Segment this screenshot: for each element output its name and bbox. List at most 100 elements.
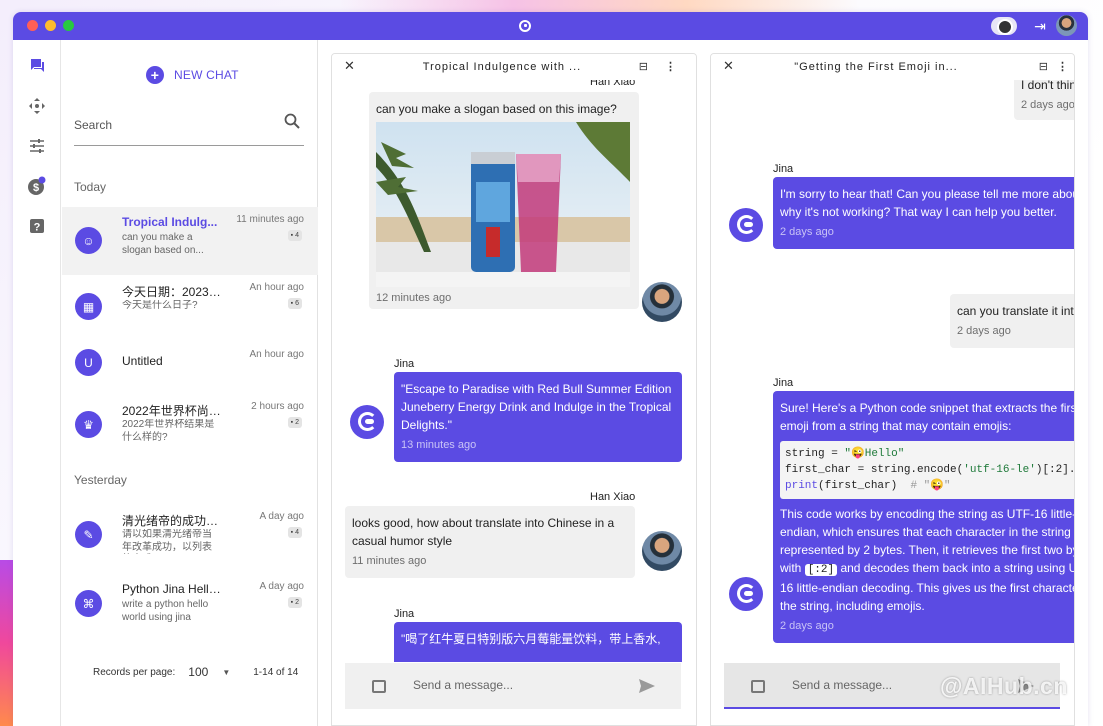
svg-text:?: ? — [34, 222, 41, 234]
message-count-badge: ▪ 4 — [287, 230, 302, 241]
conversation-preview: 请以如果清光绪帝当年改革成功，以列表的方式... — [122, 529, 212, 553]
maximize-window-button[interactable] — [63, 20, 74, 31]
theme-toggle[interactable] — [991, 17, 1017, 35]
watermark: @AIHub.cn — [940, 673, 1068, 699]
bot-message: Sure! Here's a Python code snippet that … — [773, 391, 1074, 643]
note-avatar: ✎ — [75, 521, 102, 548]
conversation-time: A day ago — [259, 581, 304, 592]
minimize-window-button[interactable] — [45, 20, 56, 31]
conversation-time: An hour ago — [249, 349, 305, 360]
add-image-icon[interactable] — [751, 680, 765, 693]
user-avatar — [642, 282, 682, 322]
message-sender: Han Xiao — [590, 491, 636, 503]
chat-icon[interactable] — [27, 56, 47, 76]
conversation-preview: 2022年世界杯结果是什么样的? — [122, 419, 215, 443]
comment-icon: ▪ — [290, 599, 294, 606]
drink-image[interactable] — [376, 122, 630, 287]
letter-avatar: U — [75, 349, 102, 376]
message-count-badge: ▪ 4 — [287, 527, 302, 538]
conversation-list: + NEW CHAT Today ☺ Tropical Indulg... ca… — [62, 40, 318, 726]
conversation-preview: write a python hello world using jina — [122, 599, 209, 623]
message-text: Sure! Here's a Python code snippet that … — [780, 401, 1074, 433]
user-message: looks good, how about translate into Chi… — [345, 506, 635, 578]
close-icon[interactable]: ✕ — [344, 58, 355, 74]
settings-sliders-icon[interactable] — [27, 136, 47, 156]
message-sender: Jina — [773, 163, 794, 175]
conversation-time: An hour ago — [249, 282, 305, 293]
message-time: 12 minutes ago — [376, 292, 452, 304]
message-sender: Jina — [394, 358, 415, 370]
close-window-button[interactable] — [27, 20, 38, 31]
calendar-avatar: ▦ — [75, 293, 102, 320]
pagination: Records per page: 100 ▼ 1-14 of 14 — [93, 665, 303, 679]
message-input[interactable] — [413, 678, 613, 692]
search-input[interactable] — [74, 118, 274, 132]
conversation-item[interactable]: U Untitled An hour ago — [62, 335, 318, 403]
logout-icon[interactable]: ⇥ — [1031, 17, 1049, 35]
bot-avatar — [729, 577, 763, 611]
search-icon[interactable] — [284, 113, 300, 129]
pagination-range: 1-14 of 14 — [253, 666, 299, 678]
conversation-item[interactable]: ♛ 2022年世界杯尚未... 2022年世界杯结果是什么样的? 2 hours… — [62, 394, 318, 462]
conversation-title: Untitled — [122, 354, 163, 368]
records-per-page-select[interactable]: 100 ▼ — [188, 665, 230, 679]
conversation-time: A day ago — [259, 511, 304, 522]
title-bar: ⇥ — [13, 12, 1088, 40]
comment-icon: ▪ — [290, 419, 294, 426]
conversation-item[interactable]: ⌘ Python Jina Hello Wo... write a python… — [62, 574, 318, 642]
layout-icon[interactable]: ⊟ — [1039, 60, 1048, 73]
message-count-badge: ▪ 2 — [287, 597, 302, 608]
message-time: 2 days ago — [780, 620, 834, 632]
message-text: can you make a slogan based on this imag… — [376, 102, 617, 116]
dropdown-arrow-icon: ▼ — [222, 667, 231, 677]
chat-messages: I don't think 2 days ago Jina I'm sorry … — [711, 54, 1074, 725]
user-avatar[interactable] — [1056, 15, 1077, 36]
new-chat-button[interactable]: + NEW CHAT — [146, 66, 239, 84]
emoji-avatar: ☺ — [75, 227, 102, 254]
message-composer — [345, 663, 681, 709]
comment-icon: ▪ — [290, 529, 294, 536]
conversation-item[interactable]: ▦ 今天日期：2023年... 今天是什么日子? An hour ago ▪ 6 — [62, 275, 318, 343]
message-time: 11 minutes ago — [352, 555, 427, 567]
add-image-icon[interactable] — [372, 680, 386, 693]
chat-messages: Han Xiao can you make a slogan based on … — [332, 54, 696, 725]
panel-header: ✕ Tropical Indulgence with ... ⊟ ⋮ — [332, 54, 696, 80]
conversation-item[interactable]: ✎ 清光绪帝的成功改革... 请以如果清光绪帝当年改革成功，以列表的方式... … — [62, 504, 318, 572]
conversation-title: 清光绪帝的成功改革... — [122, 514, 222, 528]
billing-icon[interactable]: $ — [27, 176, 47, 196]
move-icon[interactable] — [27, 96, 47, 116]
new-chat-label: NEW CHAT — [174, 68, 239, 82]
message-text: can you translate it into — [957, 304, 1074, 318]
add-chat-icon: + — [146, 66, 164, 84]
message-sender: Jina — [773, 377, 794, 389]
search-field — [74, 110, 304, 146]
section-yesterday: Yesterday — [74, 473, 127, 487]
code-block[interactable]: string = "😜Hello" first_char = string.enc… — [780, 441, 1074, 499]
section-today: Today — [74, 180, 107, 194]
chat-panel-1: Han Xiao can you make a slogan based on … — [331, 53, 697, 726]
conversation-title: 2022年世界杯尚未... — [122, 404, 222, 418]
background-gradient-top — [340, 0, 860, 12]
help-icon[interactable]: ? — [27, 216, 47, 236]
more-icon[interactable]: ⋮ — [1057, 60, 1068, 73]
message-time: 13 minutes ago — [401, 439, 477, 451]
conversation-preview: can you make a slogan based on... — [122, 232, 204, 256]
more-icon[interactable]: ⋮ — [665, 60, 676, 73]
message-time: 2 days ago — [780, 226, 834, 238]
message-text: I'm sorry to hear that! Can you please t… — [780, 187, 1074, 219]
close-icon[interactable]: ✕ — [723, 58, 734, 74]
comment-icon: ▪ — [290, 232, 294, 239]
conversation-item[interactable]: ☺ Tropical Indulg... can you make a slog… — [62, 207, 318, 275]
conversation-time: 11 minutes ago — [236, 214, 304, 225]
message-count-badge: ▪ 6 — [287, 298, 302, 309]
user-message: can you make a slogan based on this imag… — [369, 92, 639, 309]
panel-title: "Getting the First Emoji in... — [794, 61, 958, 73]
app-logo-icon — [519, 20, 531, 32]
conversation-preview: 今天是什么日子? — [122, 300, 198, 311]
message-sender: Jina — [394, 608, 415, 620]
records-per-page-label: Records per page: — [93, 666, 176, 678]
layout-icon[interactable]: ⊟ — [639, 60, 648, 73]
user-avatar — [642, 531, 682, 571]
send-icon[interactable] — [637, 676, 657, 696]
nav-rail: $ ? — [13, 40, 61, 726]
